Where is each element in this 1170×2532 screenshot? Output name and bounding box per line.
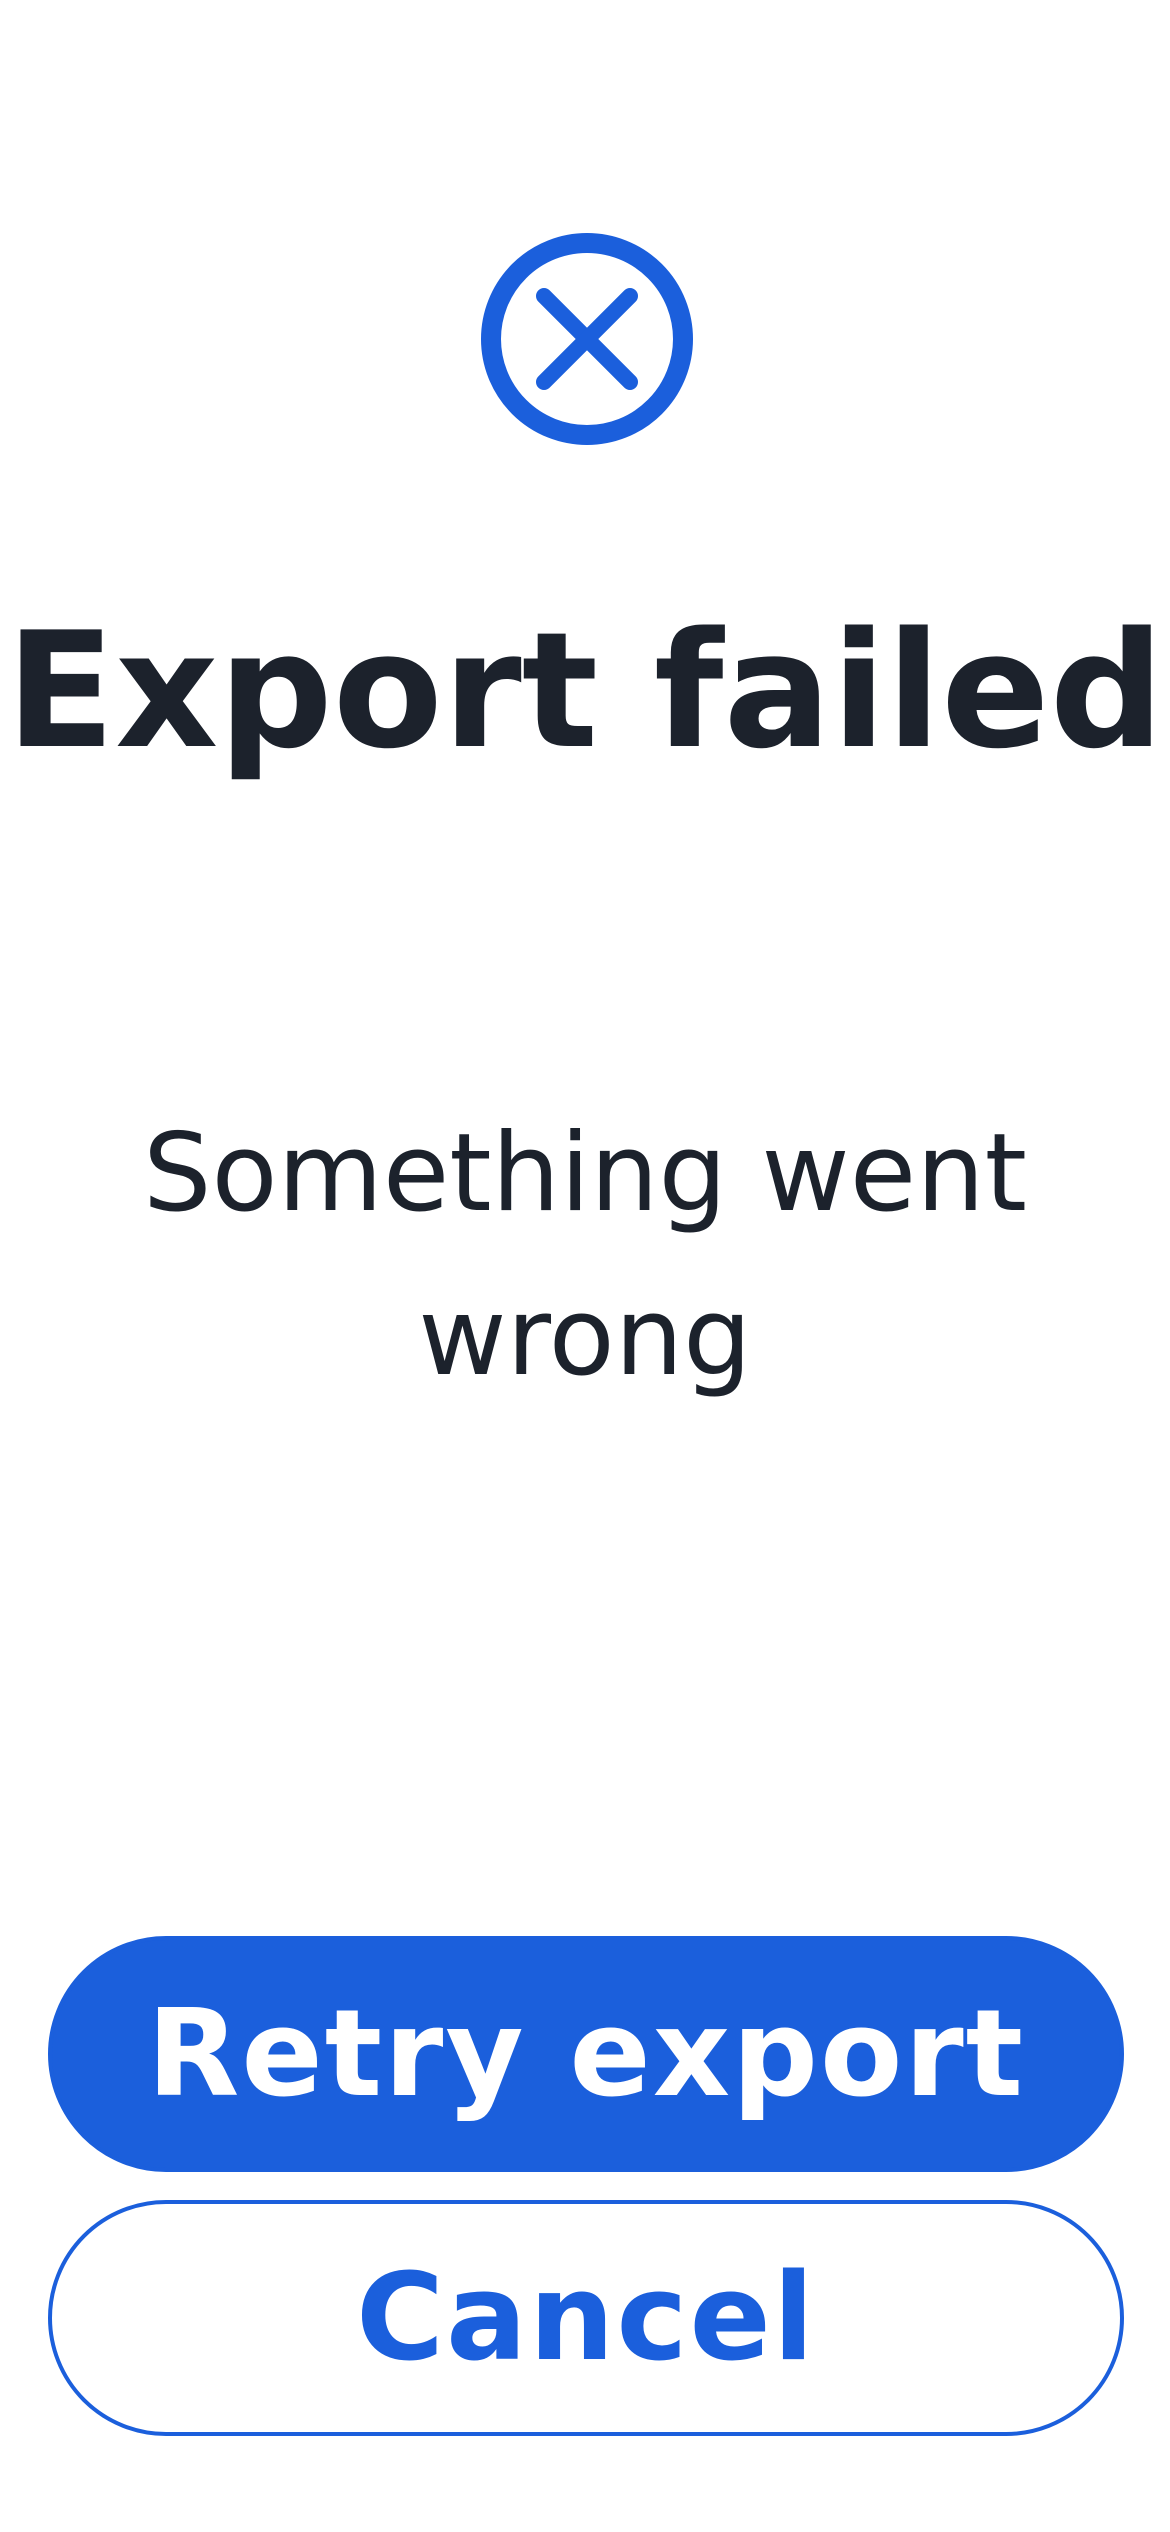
cancel-button[interactable]: Cancel — [48, 2200, 1124, 2436]
error-message: Something went wrong — [143, 1111, 1027, 1400]
page-title: Export failed — [5, 597, 1165, 784]
error-x-circle-icon — [480, 232, 694, 446]
retry-export-button[interactable]: Retry export — [48, 1936, 1124, 2172]
